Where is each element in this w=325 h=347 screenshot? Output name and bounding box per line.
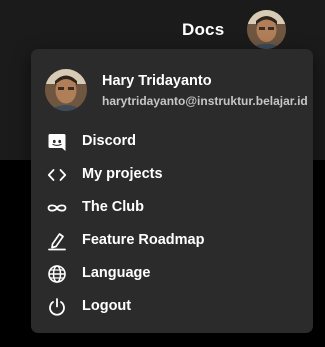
menu-item-label: Logout bbox=[82, 298, 132, 314]
menu-item-the-club[interactable]: The Club bbox=[31, 191, 313, 224]
globe-icon bbox=[47, 264, 67, 284]
menu-item-label: My projects bbox=[82, 166, 163, 182]
edit-roadmap-icon bbox=[47, 231, 67, 251]
menu-item-label: The Club bbox=[82, 199, 145, 215]
menu-item-label: Feature Roadmap bbox=[82, 232, 205, 248]
menu-item-language[interactable]: Language bbox=[31, 257, 313, 290]
power-icon bbox=[47, 297, 67, 317]
profile-header: Hary Tridayanto harytridayanto@instruktu… bbox=[45, 69, 308, 113]
profile-name: Hary Tridayanto bbox=[102, 73, 212, 89]
avatar-photo-icon bbox=[247, 10, 286, 49]
menu-item-discord[interactable]: Discord bbox=[31, 125, 313, 158]
code-brackets-icon bbox=[47, 165, 67, 185]
avatar-photo-icon bbox=[45, 69, 87, 111]
menu-item-my-projects[interactable]: My projects bbox=[31, 158, 313, 191]
profile-avatar bbox=[45, 69, 87, 111]
menu-item-logout[interactable]: Logout bbox=[31, 290, 313, 323]
user-avatar-button[interactable] bbox=[247, 10, 286, 49]
docs-link[interactable]: Docs bbox=[182, 20, 224, 40]
menu-item-label: Language bbox=[82, 265, 151, 281]
discord-icon bbox=[47, 132, 67, 152]
menu-item-feature-roadmap[interactable]: Feature Roadmap bbox=[31, 224, 313, 257]
profile-email: harytridayanto@instruktur.belajar.id bbox=[102, 94, 308, 108]
menu-item-label: Discord bbox=[82, 133, 136, 149]
infinity-icon bbox=[47, 198, 67, 218]
account-dropdown-menu: Hary Tridayanto harytridayanto@instruktu… bbox=[31, 49, 313, 333]
